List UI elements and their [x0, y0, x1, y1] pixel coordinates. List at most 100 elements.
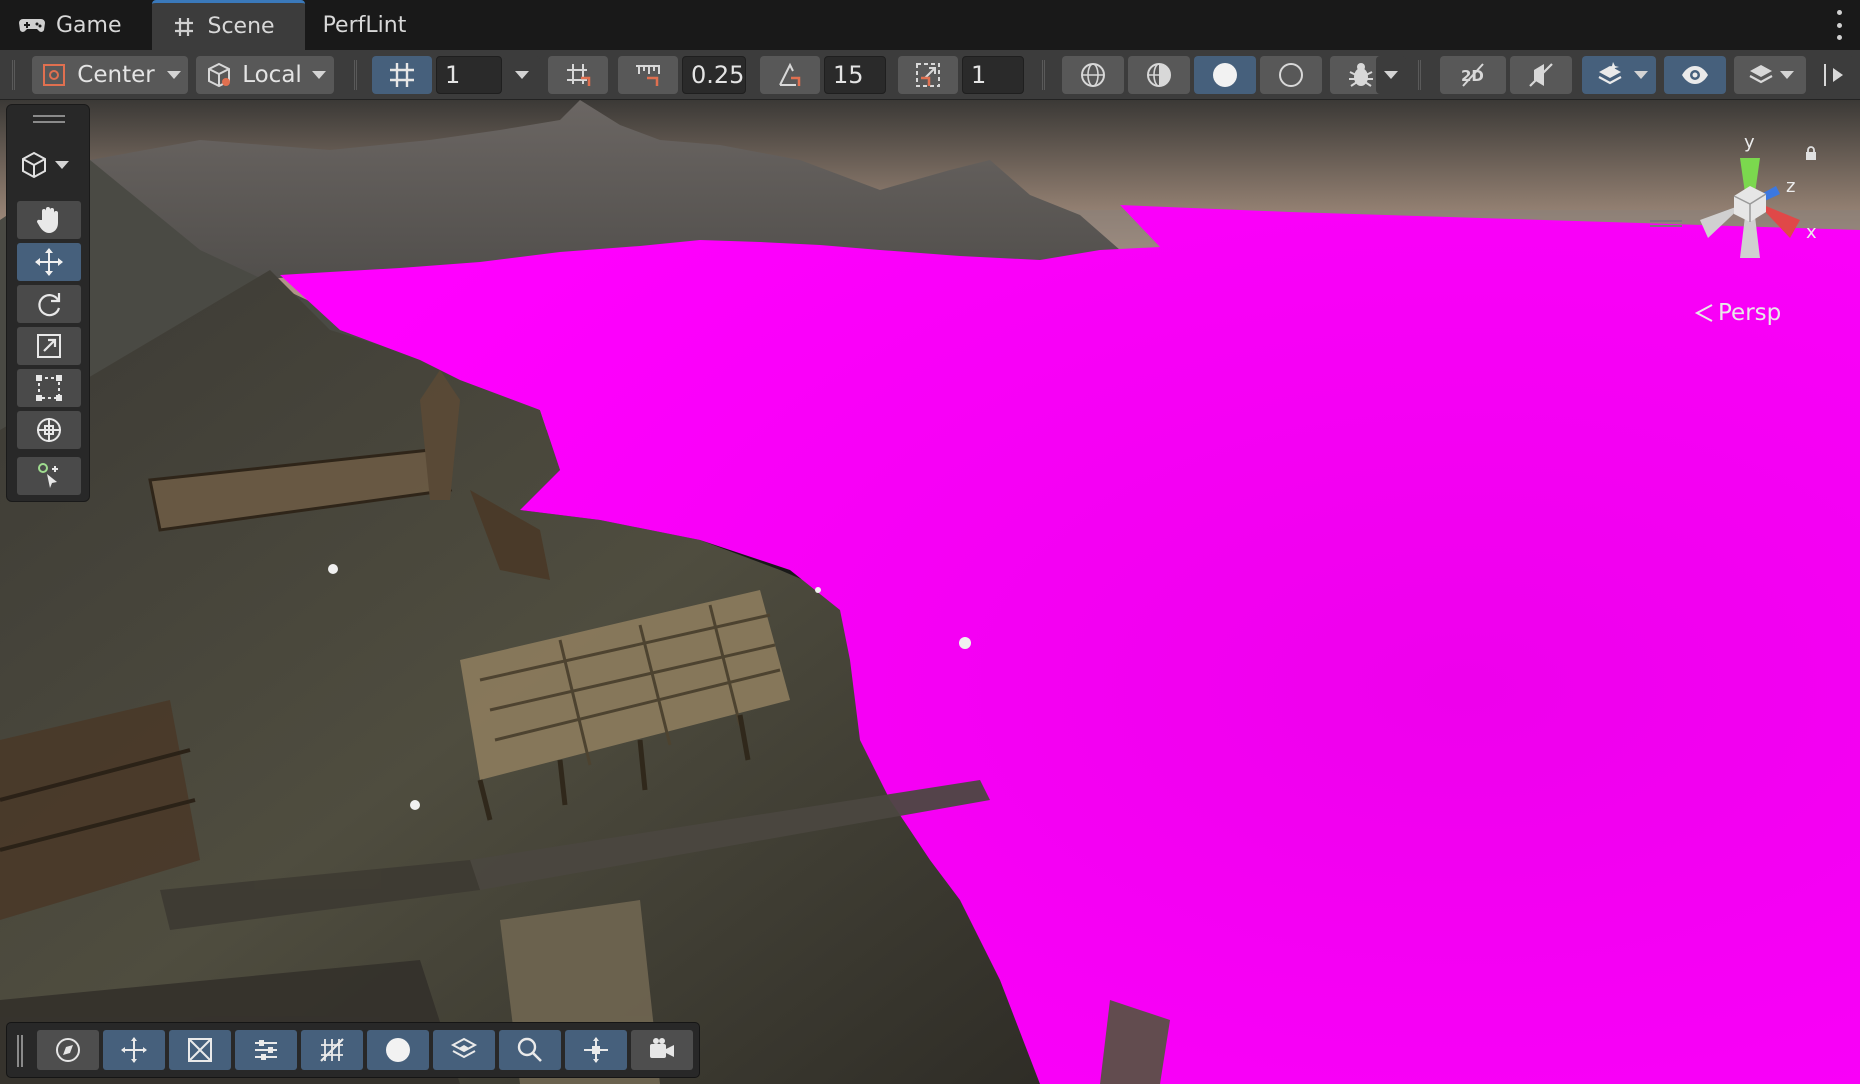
move-axes-icon [121, 1037, 147, 1063]
scale-snap-icon [916, 63, 940, 87]
unlit-mode-button[interactable] [1260, 56, 1322, 94]
effects-layers-icon [1598, 62, 1622, 85]
view-tool-icon [36, 207, 58, 233]
grid-hash-icon [174, 17, 193, 36]
navigation-button[interactable] [37, 1030, 99, 1070]
gamepad-icon [19, 19, 45, 32]
scale-tool-icon [37, 334, 61, 358]
chevron-down-icon [1384, 71, 1398, 79]
increment-snap-button[interactable] [618, 56, 678, 94]
tab-perflint-label: PerfLint [322, 12, 407, 38]
layers-overlay-button[interactable] [433, 1030, 495, 1070]
transform-tool-button[interactable] [17, 411, 81, 449]
local-cube-icon [208, 62, 231, 88]
search-icon [517, 1037, 542, 1062]
scale-snap-field[interactable]: 1 [962, 56, 1024, 94]
projection-toggle[interactable]: Persp [1694, 300, 1781, 326]
chevron-down-icon [1634, 71, 1648, 79]
chevron-down-icon [55, 161, 69, 169]
grid-size-value: 1 [445, 61, 461, 89]
grid-toggle-button[interactable] [372, 56, 432, 94]
move-tool-button[interactable] [17, 243, 81, 281]
tab-perflint[interactable]: PerfLint [305, 0, 437, 50]
shaded-wireframe-button[interactable] [1128, 56, 1190, 94]
toolbar-overflow-button[interactable] [1814, 56, 1854, 94]
wireframe-mode-button[interactable] [1062, 56, 1124, 94]
toolbar-separator [1418, 60, 1421, 90]
overlay-drag-handle[interactable] [1650, 220, 1682, 227]
cube-icon [22, 151, 46, 179]
pivot-mode-dropdown[interactable]: Center [32, 56, 188, 94]
properties-button[interactable] [235, 1030, 297, 1070]
effects-dropdown[interactable] [1626, 56, 1656, 94]
audio-toggle-button[interactable] [1510, 56, 1572, 94]
compass-icon [56, 1038, 80, 1062]
increment-snap-icon [636, 65, 660, 86]
scale-tool-button[interactable] [17, 327, 81, 365]
custom-tool-button[interactable] [17, 457, 81, 495]
perspective-icon [1694, 304, 1713, 322]
scene-viewport[interactable] [0, 100, 1860, 1084]
draw-mode-dropdown[interactable] [1376, 56, 1406, 94]
toolbar-grip[interactable] [12, 60, 15, 90]
search-overlay-button[interactable] [499, 1030, 561, 1070]
shaded-sphere-icon [1213, 63, 1237, 87]
increment-snap-value: 0.25 [691, 61, 745, 89]
gizmo-y-label: y [1744, 132, 1755, 153]
bottom-overlay-toolbar [6, 1022, 700, 1078]
camera-overlay-button[interactable] [631, 1030, 693, 1070]
pivot-mode-label: Center [77, 62, 155, 88]
sphere-icon [386, 1038, 410, 1062]
layers-dropdown[interactable] [1734, 56, 1806, 94]
increment-snap-field[interactable]: 0.25 [682, 56, 746, 94]
layers-icon [450, 1037, 478, 1059]
rect-tool-button[interactable] [17, 369, 81, 407]
rotate-tool-icon [38, 293, 61, 317]
shaded-wireframe-icon [1147, 63, 1171, 87]
tab-game[interactable]: Game [0, 0, 152, 50]
rotate-snap-icon [779, 62, 801, 86]
component-tools-dropdown[interactable] [19, 145, 81, 185]
bottom-toolbar-grip[interactable] [17, 1035, 23, 1067]
tab-scene[interactable]: Scene [151, 0, 305, 50]
move-axes-button[interactable] [103, 1030, 165, 1070]
chevron-down-icon [1780, 71, 1794, 79]
toolbar-separator [354, 60, 357, 90]
unlit-sphere-icon [1279, 63, 1303, 87]
projection-label: Persp [1718, 300, 1782, 326]
grid-size-dropdown[interactable] [504, 56, 540, 94]
toolbar-separator [1042, 60, 1045, 90]
palette-drag-handle[interactable] [33, 115, 65, 123]
2d-mode-button[interactable]: 2D [1440, 56, 1506, 94]
rotate-snap-button[interactable] [760, 56, 820, 94]
bug-icon [1349, 63, 1373, 87]
tab-game-label: Game [56, 12, 122, 38]
sphere-overlay-button[interactable] [367, 1030, 429, 1070]
chevron-down-icon [166, 71, 181, 79]
grid-snap-overlay-button[interactable] [301, 1030, 363, 1070]
grid-size-field[interactable]: 1 [436, 56, 502, 94]
pivot-overlay-button[interactable] [565, 1030, 627, 1070]
tab-bar: Game Scene PerfLint [0, 0, 1860, 50]
wireframe-sphere-icon [1081, 63, 1105, 87]
scene-visibility-button[interactable] [1664, 56, 1726, 94]
rotate-tool-button[interactable] [17, 285, 81, 323]
eye-icon [1682, 66, 1708, 84]
pivot-rotation-dropdown[interactable]: Local [196, 56, 334, 94]
gizmo-z-label: z [1786, 176, 1795, 197]
more-options-icon[interactable] [1834, 10, 1844, 40]
lock-icon[interactable] [1804, 146, 1818, 160]
grid-snap-icon [320, 1038, 344, 1062]
rotate-snap-field[interactable]: 15 [824, 56, 886, 94]
view-tool-button[interactable] [17, 201, 81, 239]
2d-toggle-icon: 2D [1461, 63, 1484, 87]
grid-snap-button[interactable] [548, 56, 608, 94]
scene-render [0, 100, 1860, 1084]
shaded-mode-button[interactable] [1194, 56, 1256, 94]
scale-snap-button[interactable] [898, 56, 958, 94]
snap-scale-button[interactable] [169, 1030, 231, 1070]
camera-icon [650, 1038, 674, 1058]
orientation-gizmo[interactable]: y z x [1680, 128, 1820, 268]
transform-tool-icon [37, 418, 61, 442]
layers-icon [1749, 65, 1773, 84]
